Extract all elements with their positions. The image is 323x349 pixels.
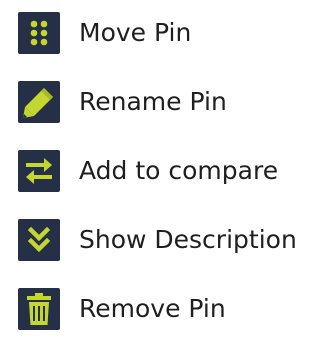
- pencil-icon: [18, 81, 60, 123]
- menu-item-label: Add to compare: [79, 156, 279, 185]
- menu-item-label: Rename Pin: [79, 87, 227, 116]
- trash-icon: [18, 288, 60, 330]
- menu-item-label: Remove Pin: [79, 294, 226, 323]
- menu-item-move-pin[interactable]: Move Pin: [0, 12, 323, 56]
- menu-item-remove-pin[interactable]: Remove Pin: [0, 288, 323, 332]
- menu-item-rename-pin[interactable]: Rename Pin: [0, 81, 323, 125]
- double-chevron-down-icon: [18, 219, 60, 261]
- swap-arrows-icon: [18, 150, 60, 192]
- menu-item-show-description[interactable]: Show Description: [0, 219, 323, 263]
- menu-item-label: Move Pin: [79, 18, 192, 47]
- pin-context-menu: Move Pin Rename Pin Add to compare Show …: [0, 0, 323, 349]
- move-grip-icon: [18, 12, 60, 54]
- menu-item-add-to-compare[interactable]: Add to compare: [0, 150, 323, 194]
- menu-item-label: Show Description: [79, 225, 297, 254]
